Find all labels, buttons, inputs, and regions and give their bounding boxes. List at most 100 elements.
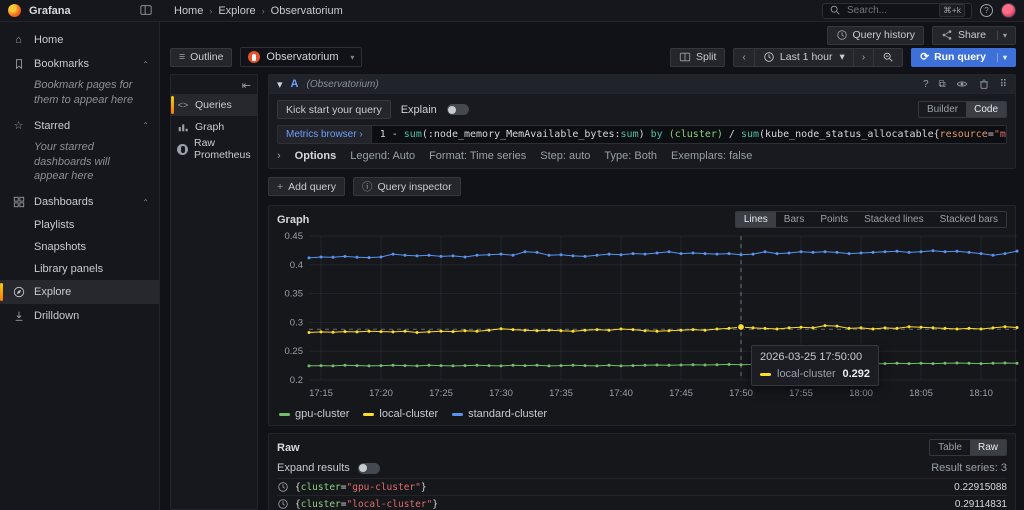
hide-query-eye-icon[interactable] [956, 78, 968, 91]
nav-sidebar: ⌂ Home Bookmarks ⌃ Bookmark pages for th… [0, 22, 160, 510]
time-picker-group: ‹ Last 1 hour ▾ › [733, 47, 904, 67]
svg-text:0.25: 0.25 [285, 346, 304, 357]
builder-mode-option[interactable]: Builder [919, 102, 966, 117]
query-actions-row: + Add query ⓘ Query inspector [268, 177, 1016, 196]
graph-style-switch: Lines Bars Points Stacked lines Stacked bars [734, 211, 1007, 228]
grafana-app: Grafana Home › Explore › Observatorium ⌘… [0, 0, 1024, 510]
sidebar-item-bookmarks[interactable]: Bookmarks ⌃ [0, 52, 159, 76]
search-input[interactable] [847, 5, 934, 16]
outline-button[interactable]: ≡ Outline [170, 47, 233, 67]
graph-style-points[interactable]: Points [812, 212, 856, 227]
mega-menu-toggle-icon[interactable] [140, 4, 152, 17]
graph-style-stacked-bars[interactable]: Stacked bars [932, 212, 1006, 227]
graph-style-bars[interactable]: Bars [776, 212, 813, 227]
options-summary: Legend: Auto Format: Time series Step: aut… [350, 150, 766, 162]
expand-results-toggle[interactable] [357, 462, 380, 474]
outline-item-label: Queries [195, 99, 232, 111]
outline-item-raw-prometheus[interactable]: Raw Prometheus [171, 137, 257, 161]
outline-item-queries[interactable]: <> Queries [171, 94, 257, 116]
share-dropdown-chevron-icon[interactable]: ▾ [996, 30, 1007, 40]
legend-item[interactable]: local-cluster [363, 408, 438, 420]
legend-item[interactable]: gpu-cluster [279, 408, 349, 420]
time-shift-forward-button[interactable]: › [853, 47, 875, 67]
query-help-icon[interactable]: ? [923, 79, 929, 90]
outline-item-label: Raw Prometheus [194, 137, 251, 161]
drag-handle-icon[interactable]: ⠿ [1000, 79, 1007, 90]
legend-item[interactable]: standard-cluster [452, 408, 547, 420]
chevron-up-icon[interactable]: ⌃ [142, 60, 149, 69]
add-query-button[interactable]: + Add query [268, 177, 346, 196]
plus-icon: + [277, 180, 284, 193]
search-icon [829, 4, 841, 17]
svg-text:0.2: 0.2 [290, 375, 303, 386]
sidebar-item-playlists[interactable]: Playlists [0, 214, 159, 236]
sidebar-item-dashboards[interactable]: Dashboards ⌃ [0, 190, 159, 214]
query-history-button[interactable]: Query history [826, 25, 924, 45]
legend-swatch [363, 412, 375, 416]
options-chevron-icon[interactable]: › [277, 150, 281, 162]
clock-icon [277, 498, 289, 510]
starred-helper-text: Your starred dashboards will appear here [34, 140, 110, 183]
global-search[interactable]: ⌘+k [822, 2, 972, 19]
explain-toggle[interactable] [446, 104, 469, 115]
prometheus-icon [177, 143, 188, 155]
legend-label: gpu-cluster [295, 408, 350, 420]
outline-item-graph[interactable]: Graph [171, 116, 257, 138]
chevron-down-icon: ▾ [350, 52, 355, 62]
metrics-browser-button[interactable]: Metrics browser › [277, 125, 371, 144]
datasource-picker[interactable]: Observatorium ▾ [240, 47, 363, 67]
time-range-button[interactable]: Last 1 hour ▾ [754, 47, 854, 67]
help-icon[interactable]: ? [980, 4, 993, 17]
breadcrumb-explore[interactable]: Explore [218, 5, 255, 17]
clock-icon [763, 51, 775, 64]
time-shift-back-button[interactable]: ‹ [733, 47, 755, 67]
delete-query-trash-icon[interactable] [978, 78, 990, 91]
svg-text:17:45: 17:45 [669, 388, 693, 399]
collapse-query-chevron-icon[interactable]: ▾ [277, 78, 283, 91]
graph-style-stacked-lines[interactable]: Stacked lines [856, 212, 931, 227]
collapse-pane-icon[interactable]: ⇤ [242, 79, 251, 92]
run-query-dropdown-chevron-icon[interactable]: ▾ [996, 52, 1007, 62]
sidebar-item-starred[interactable]: ☆ Starred ⌃ [0, 114, 159, 138]
code-mode-option[interactable]: Code [966, 102, 1006, 117]
query-inspector-button[interactable]: ⓘ Query inspector [353, 177, 461, 196]
share-button[interactable]: Share ▾ [931, 25, 1016, 45]
raw-panel-title: Raw [277, 441, 300, 454]
raw-view-raw[interactable]: Raw [969, 440, 1006, 455]
svg-text:17:20: 17:20 [369, 388, 393, 399]
query-ref-id: A [290, 78, 299, 90]
query-row-header[interactable]: ▾ A (Observatorium) ? ⧉ ⠿ [269, 75, 1015, 94]
run-query-button[interactable]: ⟳ Run query ▾ [911, 47, 1016, 67]
user-avatar[interactable] [1001, 3, 1016, 18]
chart-canvas[interactable]: 0.45 0.4 0.35 0.3 0.25 0.2 17:15 17:20 17:25 17:3… [277, 230, 1023, 402]
sidebar-item-explore[interactable]: Explore [0, 280, 159, 305]
series-labels: {cluster="local-cluster"} [295, 498, 439, 510]
sidebar-item-drilldown[interactable]: Drilldown [0, 304, 159, 328]
promql-query-input[interactable]: 1 - sum(:node_memory_MemAvailable_bytes:… [370, 125, 1007, 144]
breadcrumb-home[interactable]: Home [174, 5, 203, 17]
kick-start-query-button[interactable]: Kick start your query [277, 100, 391, 119]
option-summary-item: Exemplars: false [671, 150, 753, 162]
raw-view-table[interactable]: Table [930, 440, 970, 455]
duplicate-query-icon[interactable]: ⧉ [939, 79, 946, 90]
svg-text:17:55: 17:55 [789, 388, 813, 399]
time-series-chart[interactable]: 0.45 0.4 0.35 0.3 0.25 0.2 17:15 17:20 17:25 17:3… [277, 230, 1019, 405]
graph-style-lines[interactable]: Lines [735, 212, 776, 227]
split-button[interactable]: Split [669, 47, 726, 67]
chevron-up-icon[interactable]: ⌃ [142, 121, 149, 130]
option-summary-item: Format: Time series [429, 150, 527, 162]
sidebar-item-library-panels[interactable]: Library panels [0, 258, 159, 280]
query-datasource-hint: (Observatorium) [306, 78, 379, 90]
zoom-out-button[interactable] [874, 47, 904, 67]
chevron-up-icon[interactable]: ⌃ [142, 198, 149, 207]
search-shortcut-badge: ⌘+k [939, 4, 965, 17]
breadcrumb-observatorium[interactable]: Observatorium [271, 5, 343, 17]
sidebar-item-home[interactable]: ⌂ Home [0, 28, 159, 52]
options-label[interactable]: Options [295, 150, 337, 162]
svg-text:17:50: 17:50 [729, 388, 753, 399]
svg-text:18:10: 18:10 [969, 388, 993, 399]
sidebar-item-snapshots[interactable]: Snapshots [0, 236, 159, 258]
svg-text:17:25: 17:25 [429, 388, 453, 399]
top-nav: Grafana Home › Explore › Observatorium ⌘… [0, 0, 1024, 22]
option-summary-item: Step: auto [540, 150, 591, 162]
